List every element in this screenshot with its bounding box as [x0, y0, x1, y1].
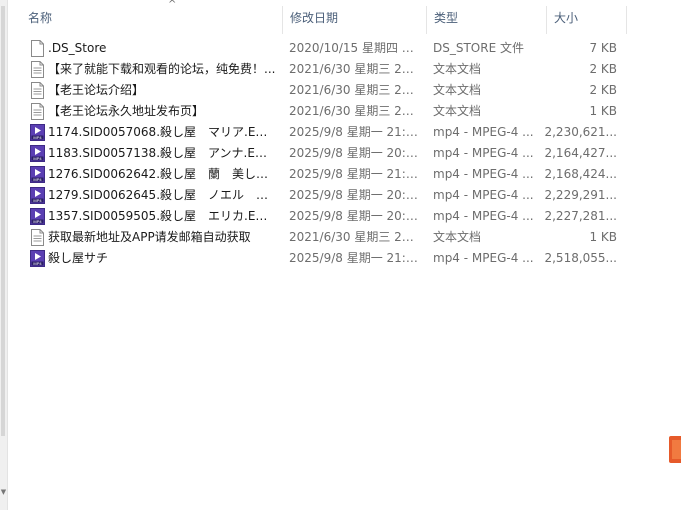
file-name: 获取最新地址及APP请发邮箱自动获取	[48, 230, 251, 244]
file-name: 殺し屋サチ	[48, 251, 109, 265]
mp4-file-icon: MP4	[30, 166, 45, 183]
file-modified-date: 2020/10/15 星期四 2...	[289, 41, 419, 55]
file-name: 【老王论坛永久地址发布页】	[48, 104, 205, 118]
file-size: 1 KB	[589, 230, 617, 244]
file-name: 【老王论坛介绍】	[48, 83, 145, 97]
file-type: 文本文档	[433, 62, 482, 76]
file-row[interactable]: 获取最新地址及APP请发邮箱自动获取 2021/6/30 星期三 22:... 文本…	[26, 227, 626, 248]
file-name: 【来了就能下载和观看的论坛，纯免费！...	[48, 62, 276, 76]
file-row[interactable]: MP4 1357.SID0059505.殺し屋 エリカ.ED0... 2025/9/…	[26, 206, 626, 227]
file-size: 2 KB	[589, 83, 617, 97]
scrollbar-thumb[interactable]	[1, 6, 5, 436]
file-size: 2,227,281...	[544, 209, 617, 223]
generic-file-icon	[31, 40, 44, 57]
file-size: 2,168,424...	[544, 167, 617, 181]
mp4-file-icon: MP4	[30, 124, 45, 141]
file-modified-date: 2025/9/8 星期一 20:59	[289, 188, 419, 202]
file-name: 1357.SID0059505.殺し屋 エリカ.ED0...	[48, 209, 276, 223]
column-header-type[interactable]: 类型	[426, 0, 546, 36]
file-row[interactable]: .DS_Store 2020/10/15 星期四 2... DS_STORE 文件 7…	[26, 38, 626, 59]
file-name: 1279.SID0062645.殺し屋 ノエル 悲...	[48, 188, 276, 202]
file-row[interactable]: MP4 1183.SID0057138.殺し屋 アンナ.ED0... 2025/9/…	[26, 143, 626, 164]
file-modified-date: 2025/9/8 星期一 21:00	[289, 251, 419, 265]
file-modified-date: 2021/6/30 星期三 22:...	[289, 62, 419, 76]
scroll-down-arrow-icon[interactable]: ▼	[0, 488, 7, 496]
file-row[interactable]: MP4 1276.SID0062642.殺し屋 蘭 美しき... 2025/9/8 …	[26, 164, 626, 185]
svg-text:MP4: MP4	[33, 198, 42, 203]
column-header-date[interactable]: 修改日期	[282, 0, 426, 36]
file-row[interactable]: 【来了就能下载和观看的论坛，纯免费！... 2021/6/30 星期三 22:..…	[26, 59, 626, 80]
file-name: 1174.SID0057068.殺し屋 マリア.ED0...	[48, 125, 276, 139]
file-size: 2,518,055...	[544, 251, 617, 265]
text-file-icon	[31, 61, 44, 78]
text-file-icon	[31, 82, 44, 99]
file-type: 文本文档	[433, 83, 482, 97]
column-header-size[interactable]: 大小	[546, 0, 626, 36]
column-header-name[interactable]: 名称	[20, 0, 282, 36]
file-size: 2 KB	[589, 62, 617, 76]
file-modified-date: 2025/9/8 星期一 20:58	[289, 146, 419, 160]
file-list: .DS_Store 2020/10/15 星期四 2... DS_STORE 文件 7…	[26, 38, 626, 269]
svg-text:MP4: MP4	[33, 177, 42, 182]
file-modified-date: 2025/9/8 星期一 21:01	[289, 125, 419, 139]
svg-text:MP4: MP4	[33, 261, 42, 266]
file-modified-date: 2025/9/8 星期一 20:57	[289, 209, 419, 223]
file-type: mp4 - MPEG-4 ...	[433, 251, 534, 265]
column-divider[interactable]	[626, 6, 627, 34]
text-file-icon	[31, 103, 44, 120]
file-name: .DS_Store	[48, 41, 107, 55]
file-row[interactable]: 【老王论坛介绍】 2021/6/30 星期三 22:... 文本文档 2 KB	[26, 80, 626, 101]
file-name: 1183.SID0057138.殺し屋 アンナ.ED0...	[48, 146, 276, 160]
file-size: 2,229,291...	[544, 188, 617, 202]
file-name: 1276.SID0062642.殺し屋 蘭 美しき...	[48, 167, 276, 181]
file-type: mp4 - MPEG-4 ...	[433, 125, 534, 139]
file-type: 文本文档	[433, 104, 482, 118]
vertical-scrollbar[interactable]: ▼	[0, 0, 8, 510]
file-type: mp4 - MPEG-4 ...	[433, 188, 534, 202]
file-row[interactable]: MP4 1174.SID0057068.殺し屋 マリア.ED0... 2025/9/…	[26, 122, 626, 143]
file-modified-date: 2021/6/30 星期三 22:...	[289, 104, 419, 118]
file-row[interactable]: MP4 殺し屋サチ 2025/9/8 星期一 21:00 mp4 - MPEG-4 .…	[26, 248, 626, 269]
file-modified-date: 2021/6/30 星期三 22:...	[289, 230, 419, 244]
file-size: 2,164,427...	[544, 146, 617, 160]
mp4-file-icon: MP4	[30, 187, 45, 204]
svg-text:MP4: MP4	[33, 156, 42, 161]
file-size: 1 KB	[589, 104, 617, 118]
html5-logo-icon	[669, 436, 681, 463]
file-type: mp4 - MPEG-4 ...	[433, 146, 534, 160]
mp4-file-icon: MP4	[30, 145, 45, 162]
file-type: DS_STORE 文件	[433, 41, 524, 55]
file-row[interactable]: 【老王论坛永久地址发布页】 2021/6/30 星期三 22:... 文本文档 1 K…	[26, 101, 626, 122]
file-modified-date: 2021/6/30 星期三 22:...	[289, 83, 419, 97]
svg-text:MP4: MP4	[33, 219, 42, 224]
mp4-file-icon: MP4	[30, 250, 45, 267]
column-header-bar: ^ 名称 修改日期 类型 大小	[20, 0, 640, 36]
mp4-file-icon: MP4	[30, 208, 45, 225]
text-file-icon	[31, 229, 44, 246]
file-row[interactable]: MP4 1279.SID0062645.殺し屋 ノエル 悲... 2025/9/8 …	[26, 185, 626, 206]
file-type: mp4 - MPEG-4 ...	[433, 167, 534, 181]
file-type: 文本文档	[433, 230, 482, 244]
file-modified-date: 2025/9/8 星期一 21:02	[289, 167, 419, 181]
svg-text:MP4: MP4	[33, 135, 42, 140]
file-type: mp4 - MPEG-4 ...	[433, 209, 534, 223]
file-size: 7 KB	[589, 41, 617, 55]
file-size: 2,230,621...	[544, 125, 617, 139]
